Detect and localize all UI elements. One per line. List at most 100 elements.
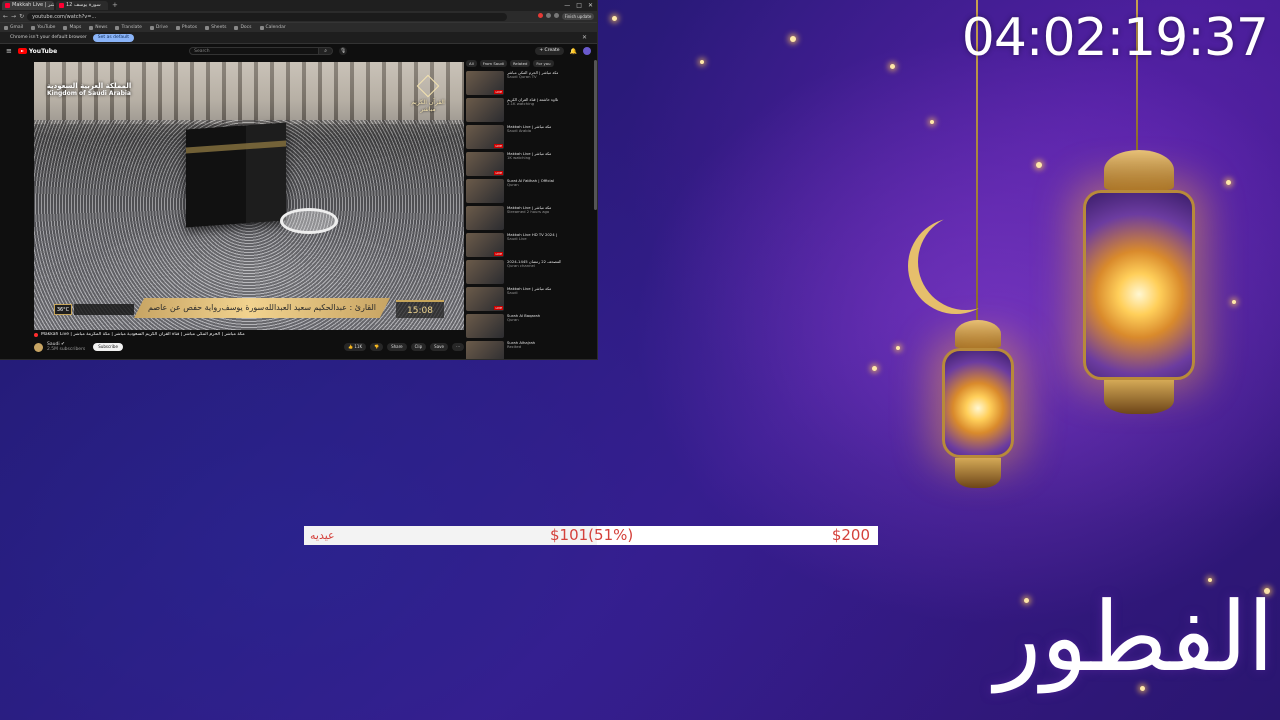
chip-all[interactable]: All: [466, 60, 477, 67]
maximize-icon[interactable]: □: [576, 2, 582, 9]
back-icon[interactable]: ←: [3, 13, 8, 20]
video-title: Makkah Live | مكة مباشر | الحرم المكي مب…: [34, 332, 464, 337]
recommendation-meta: مكة مباشر | الحرم المكي مباشر Saudi Quran…: [507, 71, 558, 97]
recommendation-thumbnail[interactable]: [466, 341, 504, 359]
forward-icon[interactable]: →: [11, 13, 16, 20]
lantern-glow: [942, 348, 1014, 458]
close-window-icon[interactable]: ✕: [588, 2, 593, 9]
video-details: Makkah Live | مكة مباشر | الحرم المكي مب…: [34, 332, 464, 359]
recommendation-thumbnail[interactable]: [466, 287, 504, 311]
extension-icon[interactable]: [538, 13, 543, 18]
tab-surah-yusuf[interactable]: سورة يوسف 12: [56, 1, 108, 10]
recommendation-thumbnail[interactable]: [466, 233, 504, 257]
recommendation-channel: 1K watching: [507, 155, 531, 161]
lantern-cap: [955, 320, 1001, 348]
new-tab-icon[interactable]: +: [112, 1, 118, 10]
chip-from-saudi[interactable]: From Saudi: [479, 60, 507, 67]
channel-avatar[interactable]: [34, 342, 43, 352]
recommendation-thumbnail[interactable]: [466, 152, 504, 176]
tab-makkah-live[interactable]: Makkah Live | مكة مباشر: [2, 1, 54, 10]
extension-icon[interactable]: [546, 13, 551, 18]
bookmark-item[interactable]: Gmail: [4, 25, 23, 30]
subscribe-button[interactable]: Subscribe: [93, 343, 123, 351]
surah-label: سورة يوسف: [221, 303, 265, 312]
recommendation-item[interactable]: مكة مباشر | الحرم المكي مباشرSaudi Quran…: [466, 71, 590, 97]
url-field[interactable]: youtube.com/watch?v=...: [27, 12, 508, 21]
like-button[interactable]: 👍 11K: [344, 343, 367, 351]
chip-for-you[interactable]: For you: [533, 60, 554, 67]
bookmark-label: YouTube: [37, 25, 56, 30]
recommendation-channel: Quran: [507, 182, 519, 188]
goal-target: $200: [831, 526, 870, 544]
large-lantern: [1074, 150, 1204, 414]
chip-related[interactable]: Related: [509, 60, 531, 67]
crescent-moon-icon: [918, 214, 1014, 310]
recommendation-item[interactable]: المصحف 22 رمضان 1445-2024 Quran channel: [466, 260, 590, 286]
recommendation-item[interactable]: Makkah Live | مكة مباشر1K watching: [466, 152, 590, 178]
recommendation-item[interactable]: تلاوة خاشعة | قناة القرآن الكريم 2.1K wat…: [466, 98, 590, 124]
recommendation-item[interactable]: Makkah Live | مكة مباشرSaudi Arabia: [466, 125, 590, 151]
bookmark-item[interactable]: Translate: [115, 25, 142, 30]
extension-icon[interactable]: [554, 13, 559, 18]
recommendation-channel: Saudi Quran TV: [507, 74, 537, 80]
recommendation-thumbnail[interactable]: [466, 206, 504, 230]
youtube-logo[interactable]: YouTube: [17, 48, 57, 55]
sidebar-scrollbar[interactable]: [594, 60, 597, 210]
create-button[interactable]: + Create: [535, 47, 564, 55]
video-actions: 👍 11K 👎 Share Clip Save ⋯: [344, 343, 464, 351]
bookmark-label: Calendar: [265, 25, 286, 30]
recommendation-thumbnail[interactable]: [466, 125, 504, 149]
close-infobar-icon[interactable]: ✕: [582, 34, 587, 41]
channel-info[interactable]: Saudi ✔ 2.5M subscribers: [47, 342, 85, 352]
avatar[interactable]: [583, 47, 591, 55]
search-icon[interactable]: ⌕: [319, 47, 334, 55]
set-default-button[interactable]: Set as default: [92, 33, 134, 42]
video-player[interactable]: المملكة العربية السعودية Kingdom of Saud…: [34, 62, 464, 330]
recommendation-channel: Recited: [507, 344, 522, 350]
more-actions-button[interactable]: ⋯: [452, 343, 464, 351]
youtube-favicon-icon: [5, 3, 10, 8]
bell-icon[interactable]: 🔔: [570, 48, 577, 55]
clip-button[interactable]: Clip: [410, 343, 427, 351]
recommendation-meta: تلاوة خاشعة | قناة القرآن الكريم 2.1K wat…: [507, 98, 558, 124]
recommendation-item[interactable]: Makkah Live | مكة مباشرSaudi: [466, 287, 590, 313]
recommendation-channel: Saudi Live: [507, 236, 527, 242]
share-button[interactable]: Share: [387, 343, 407, 351]
bookmark-item[interactable]: Docs: [234, 25, 252, 30]
recommendation-item[interactable]: Surah Alhajrah Recited: [466, 341, 590, 359]
reciter-bar: رواية حفص عن عاصم سورة يوسف القارئ : عبد…: [134, 298, 390, 318]
minimize-icon[interactable]: —: [564, 2, 570, 9]
microphone-icon[interactable]: 🎙: [339, 47, 348, 55]
bookmark-item[interactable]: Photos: [175, 25, 197, 30]
diamond-logo-icon: [416, 74, 440, 98]
bookmark-item[interactable]: Drive: [149, 25, 168, 30]
dislike-button[interactable]: 👎: [370, 343, 384, 351]
bookmark-item[interactable]: Sheets: [205, 25, 226, 30]
search-input[interactable]: Search: [189, 47, 320, 55]
bookmark-item[interactable]: News: [89, 25, 107, 30]
recommendation-item[interactable]: Surah Al Baqarah Quran: [466, 314, 590, 340]
recommendation-thumbnail[interactable]: [466, 98, 504, 122]
recommendation-thumbnail[interactable]: [466, 179, 504, 203]
hamburger-menu-icon[interactable]: ≡: [6, 47, 12, 55]
save-button[interactable]: Save: [430, 343, 448, 351]
recommendation-item[interactable]: Surat Al Fatihah | Official Quran: [466, 179, 590, 205]
recommendation-meta: Makkah Live | مكة مباشر Streamed 2 hours …: [507, 206, 551, 232]
profile-button[interactable]: Finish update: [562, 13, 594, 20]
address-bar: ← → ↻ youtube.com/watch?v=... Finish upd…: [0, 11, 597, 22]
bookmark-item[interactable]: Calendar: [259, 25, 286, 30]
bookmark-item[interactable]: Maps: [63, 25, 81, 30]
reload-icon[interactable]: ↻: [19, 13, 24, 20]
narration-label: رواية حفص عن عاصم: [148, 303, 222, 312]
recommendation-item[interactable]: Makkah Live | مكة مباشر Streamed 2 hours …: [466, 206, 590, 232]
recommendation-thumbnail[interactable]: [466, 71, 504, 95]
bookmark-item[interactable]: YouTube: [31, 25, 55, 30]
recommendation-thumbnail[interactable]: [466, 260, 504, 284]
recommendation-channel: 2.1K watching: [507, 101, 535, 107]
channel-logo-text: القرآن الكريم: [411, 99, 445, 106]
recommendation-item[interactable]: Makkah Live HD TV 2024 |Saudi Live: [466, 233, 590, 259]
browser-window: Makkah Live | مكة مباشر سورة يوسف 12 + —…: [0, 0, 598, 360]
tab-label: Makkah Live | مكة مباشر: [12, 2, 54, 8]
recommendation-thumbnail[interactable]: [466, 314, 504, 338]
extensions: Finish update: [538, 13, 594, 20]
